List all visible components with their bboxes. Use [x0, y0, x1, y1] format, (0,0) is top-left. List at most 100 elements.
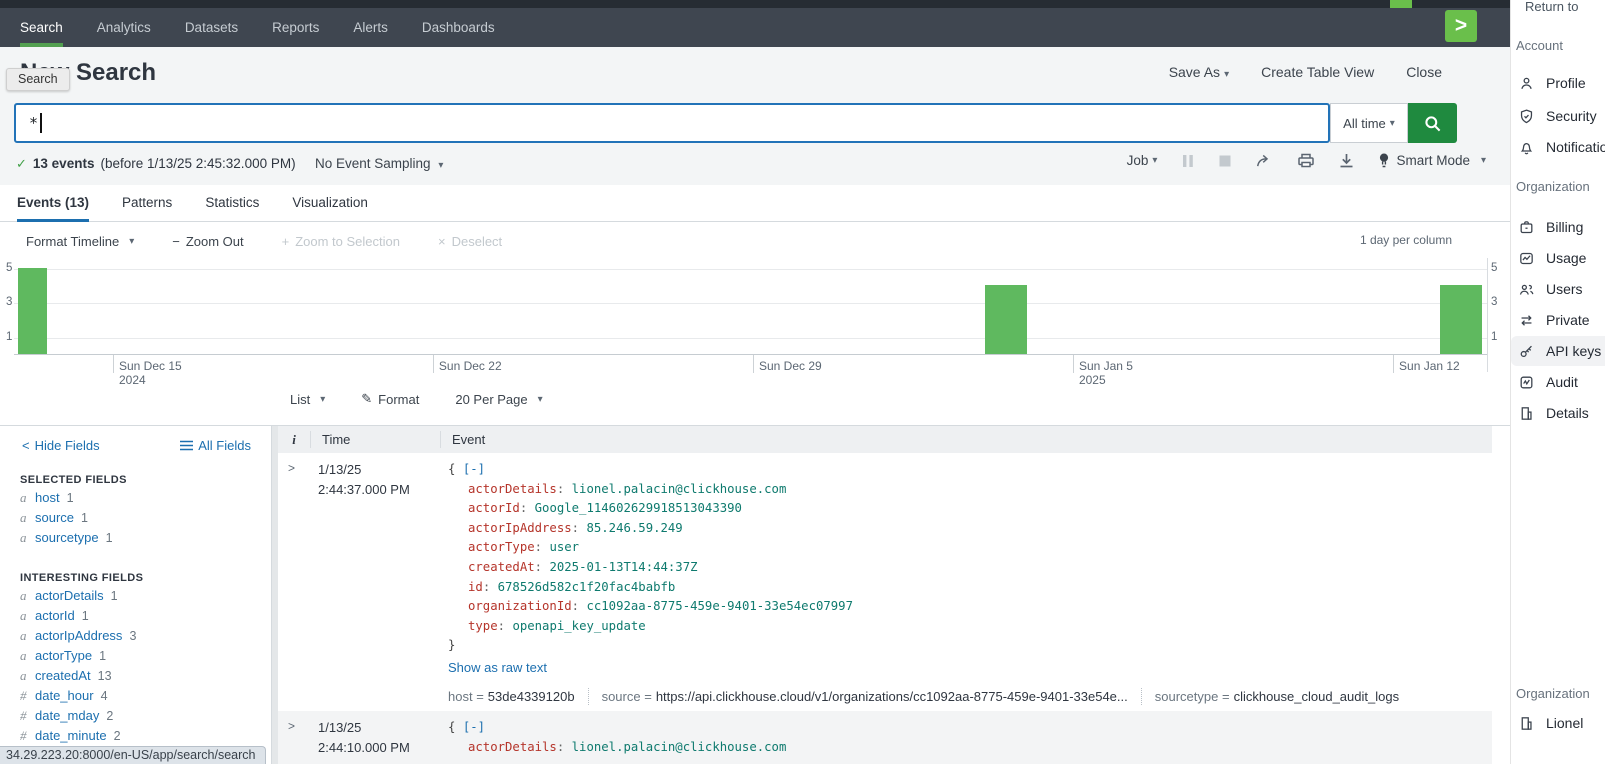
- field-actorIpAddress[interactable]: aactorIpAddress3: [0, 628, 271, 648]
- field-source[interactable]: asource1: [0, 510, 271, 530]
- expand-event-chevron[interactable]: >: [288, 719, 295, 733]
- json-key[interactable]: actorDetails: [468, 740, 557, 754]
- panel-item-api-keys[interactable]: API keys: [1511, 336, 1605, 366]
- json-value[interactable]: Google_114602629918513043390: [535, 501, 742, 515]
- field-date_hour[interactable]: #date_hour4: [0, 688, 271, 708]
- event-date: 1/13/25: [318, 460, 410, 480]
- collapse-json-link[interactable]: [-]: [463, 462, 485, 476]
- search-input[interactable]: *: [14, 103, 1330, 143]
- panel-item-users[interactable]: Users: [1511, 274, 1605, 304]
- panel-item-details[interactable]: Details: [1511, 398, 1605, 428]
- json-key[interactable]: actorDetails: [468, 482, 557, 496]
- field-count: 1: [67, 491, 74, 505]
- collapse-json-link[interactable]: [-]: [463, 720, 485, 734]
- list-view-dropdown[interactable]: List▾: [290, 392, 325, 407]
- field-actorDetails[interactable]: aactorDetails1: [0, 588, 271, 608]
- json-key[interactable]: id: [468, 580, 483, 594]
- event-count: 13 events: [33, 156, 95, 171]
- export-button[interactable]: [1339, 153, 1354, 168]
- timeline-bar[interactable]: [18, 268, 47, 354]
- field-actorId[interactable]: aactorId1: [0, 608, 271, 628]
- field-host[interactable]: ahost1: [0, 490, 271, 510]
- field-date_minute[interactable]: #date_minute2: [0, 728, 271, 748]
- zoom-out-button[interactable]: −Zoom Out: [172, 234, 243, 249]
- timeline-bar[interactable]: [985, 285, 1027, 354]
- nav-tab-label: Alerts: [353, 20, 388, 35]
- json-key[interactable]: actorType: [468, 540, 535, 554]
- nav-tab-reports[interactable]: Reports: [272, 8, 319, 47]
- show-raw-text-link[interactable]: Show as raw text: [448, 658, 1399, 678]
- json-value[interactable]: openapi_key_update: [512, 619, 645, 633]
- deselect-button[interactable]: ×Deselect: [438, 234, 502, 249]
- download-icon: [1339, 153, 1354, 168]
- json-key[interactable]: organizationId: [468, 599, 572, 613]
- json-key[interactable]: actorId: [468, 501, 520, 515]
- field-type-icon: a: [20, 668, 28, 684]
- search-button[interactable]: [1408, 103, 1457, 143]
- tab-visualization[interactable]: Visualization: [292, 185, 368, 221]
- field-date_mday[interactable]: #date_mday2: [0, 708, 271, 728]
- nav-tab-dashboards[interactable]: Dashboards: [422, 8, 495, 47]
- tab-events[interactable]: Events (13): [17, 185, 89, 221]
- create-table-view-button[interactable]: Create Table View: [1261, 64, 1374, 80]
- json-value[interactable]: 2025-01-13T14:44:37Z: [549, 560, 697, 574]
- json-value[interactable]: cc1092aa-8775-459e-9401-33e54ec07997: [586, 599, 853, 613]
- format-timeline-dropdown[interactable]: Format Timeline▾: [26, 234, 134, 249]
- job-menu-button[interactable]: Job▾: [1127, 153, 1158, 168]
- interesting-fields-header: INTERESTING FIELDS: [20, 572, 271, 584]
- splunk-logo-icon[interactable]: >: [1445, 10, 1477, 42]
- zoom-to-selection-button[interactable]: +Zoom to Selection: [282, 234, 400, 249]
- meta-value-sourcetype[interactable]: clickhouse_cloud_audit_logs: [1234, 687, 1400, 707]
- panel-item-usage[interactable]: Usage: [1511, 243, 1605, 273]
- json-key[interactable]: type: [468, 619, 498, 633]
- pencil-icon: ✎: [361, 391, 372, 407]
- time-range-picker[interactable]: All time ▾: [1330, 103, 1408, 143]
- field-actorType[interactable]: aactorType1: [0, 648, 271, 668]
- chart-plot-area[interactable]: [14, 258, 1487, 355]
- job-done-check-icon: ✓: [16, 156, 27, 172]
- panel-item-billing[interactable]: Billing: [1511, 212, 1605, 242]
- json-value[interactable]: lionel.palacin@clickhouse.com: [572, 740, 787, 754]
- panel-item-private-endpoints[interactable]: Private: [1511, 305, 1605, 335]
- json-value[interactable]: lionel.palacin@clickhouse.com: [572, 482, 787, 496]
- all-fields-link[interactable]: All Fields: [180, 438, 251, 453]
- json-key[interactable]: createdAt: [468, 560, 535, 574]
- share-button[interactable]: [1256, 154, 1273, 168]
- hide-fields-link[interactable]: <Hide Fields: [22, 438, 100, 453]
- timeline-bar[interactable]: [1440, 285, 1482, 354]
- nav-tab-label: Search: [20, 20, 63, 35]
- tab-patterns[interactable]: Patterns: [122, 185, 172, 221]
- per-page-dropdown[interactable]: 20 Per Page▾: [455, 392, 542, 407]
- search-mode-button[interactable]: Smart Mode ▾: [1379, 153, 1486, 168]
- panel-item-profile[interactable]: Profile: [1511, 68, 1605, 98]
- field-sourcetype[interactable]: asourcetype1: [0, 530, 271, 550]
- panel-item-security[interactable]: Security: [1511, 101, 1605, 131]
- panel-item-audit[interactable]: Audit: [1511, 367, 1605, 397]
- nav-tab-alerts[interactable]: Alerts: [353, 8, 388, 47]
- json-value[interactable]: 678526d582c1f20fac4babfb: [498, 580, 676, 594]
- json-key[interactable]: actorIpAddress: [468, 521, 572, 535]
- save-as-button[interactable]: Save As▾: [1169, 64, 1229, 80]
- format-results-button[interactable]: ✎Format: [361, 391, 419, 407]
- field-createdAt[interactable]: acreatedAt13: [0, 668, 271, 688]
- meta-value-source[interactable]: https://api.clickhouse.cloud/v1/organiza…: [656, 687, 1128, 707]
- tab-statistics[interactable]: Statistics: [205, 185, 259, 221]
- fields-sidebar-header: <Hide Fields All Fields: [0, 426, 271, 453]
- event-sampling-dropdown[interactable]: No Event Sampling ▾: [315, 156, 443, 171]
- panel-item-organization-name[interactable]: Lionel: [1511, 708, 1605, 738]
- meta-value-host[interactable]: 53de4339120b: [488, 687, 575, 707]
- json-value[interactable]: 85.246.59.249: [586, 521, 682, 535]
- print-button[interactable]: [1298, 153, 1314, 168]
- panel-item-notifications[interactable]: Notifications: [1511, 132, 1605, 162]
- nav-tab-datasets[interactable]: Datasets: [185, 8, 238, 47]
- expand-event-chevron[interactable]: >: [288, 461, 295, 475]
- json-value[interactable]: user: [549, 540, 579, 554]
- return-to-link[interactable]: Return to: [1525, 0, 1578, 14]
- close-button[interactable]: Close: [1406, 64, 1442, 80]
- stop-button[interactable]: [1219, 155, 1231, 167]
- text-cursor: [40, 113, 42, 133]
- stop-icon: [1219, 155, 1231, 167]
- nav-tab-analytics[interactable]: Analytics: [97, 8, 151, 47]
- nav-tab-search[interactable]: Search: [20, 8, 63, 47]
- pause-button[interactable]: [1182, 154, 1194, 168]
